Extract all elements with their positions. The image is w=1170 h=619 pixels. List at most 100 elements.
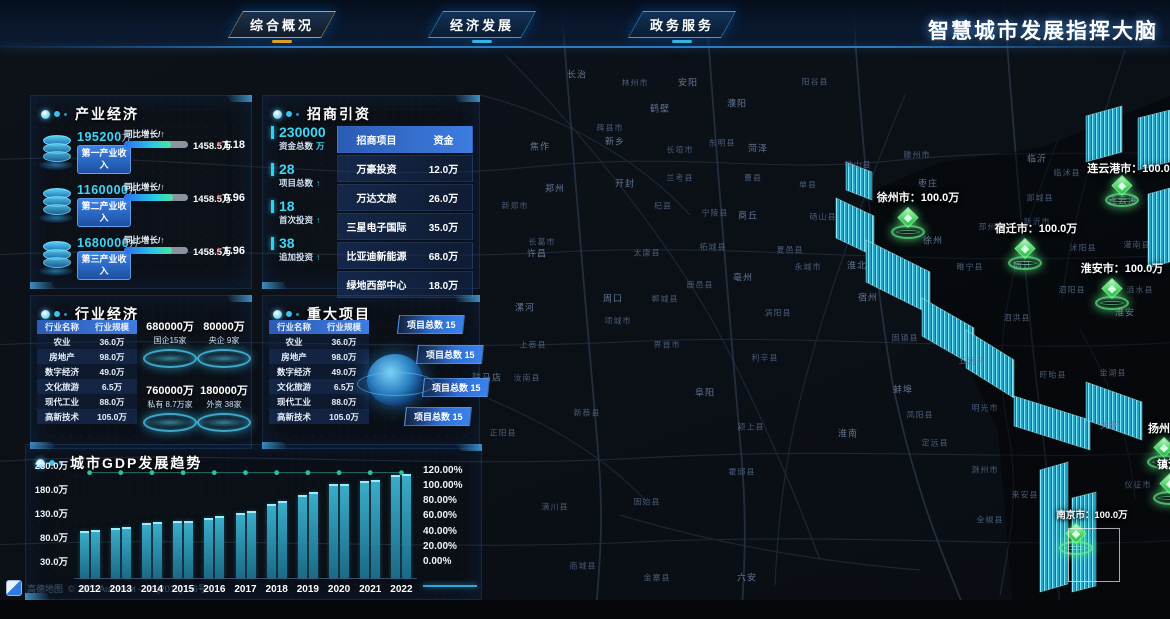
map-label: 泗阳县: [1059, 285, 1086, 296]
table-row: 文化旅游6.5万: [37, 379, 137, 394]
stat-label: 项目总数↑: [279, 177, 335, 189]
ring-platform-icon: [143, 349, 197, 368]
tick-icon: [271, 237, 274, 250]
map-label: 新蔡县: [574, 408, 601, 419]
map-label: 潢川县: [542, 502, 569, 513]
industry-label-chip: 第三产业收入: [77, 251, 131, 280]
map-label: 夏邑县: [777, 245, 804, 256]
table-row: 三星电子国际35.0万: [337, 213, 473, 240]
map-label: 漯河: [515, 301, 535, 314]
industry-row: 1680000万第三产业收入同比增长/↑1458.5万↑1.96: [37, 232, 245, 285]
industry-label-chip: 第二产业收入: [77, 198, 131, 227]
stat-value: 18: [271, 198, 335, 214]
ring-platform-icon: [197, 349, 251, 368]
map-label: 商丘: [738, 209, 758, 222]
table-header-row: 行业名称行业规模: [269, 320, 369, 334]
pin-glow-ring-icon: [1105, 193, 1139, 207]
up-arrow-icon: ↑: [216, 137, 222, 151]
map-label: 徐州: [923, 234, 943, 247]
map-label: 宁陵县: [702, 208, 729, 219]
pin-glow-ring-icon: [1095, 296, 1129, 310]
map-label: 郯城县: [1027, 193, 1054, 204]
map-label: 菏泽: [748, 142, 768, 155]
marker-label: 淮安市：100.0万: [1081, 260, 1164, 276]
growth-label: 同比增长/↑: [124, 181, 165, 193]
map-label: 临沭县: [1054, 168, 1081, 179]
map-label: 颍上县: [738, 422, 765, 433]
panel-title: 招商引资: [273, 104, 371, 124]
map-label: 太康县: [634, 248, 661, 259]
stat-value: 230000: [271, 124, 335, 140]
growth-bar: [124, 141, 188, 148]
map-label: 新乡: [605, 135, 625, 148]
map-label: 长治: [567, 68, 587, 81]
map-label: 沭阳县: [1070, 243, 1097, 254]
map-label: 开封: [615, 177, 635, 190]
growth-bar: [124, 247, 188, 254]
title-dot-icon: [286, 111, 292, 117]
map-label: 全椒县: [977, 515, 1004, 526]
stat-label: 私有 8.7万家: [143, 399, 197, 410]
map-label: 鹿邑县: [687, 280, 714, 291]
map-label: 睢宁县: [957, 262, 984, 273]
marker-label: 扬州市：100.0万: [1148, 420, 1170, 436]
table-row: 现代工业88.0万: [269, 394, 369, 409]
page-title: 智慧城市发展指挥大脑: [928, 15, 1158, 45]
table-row: 绿地西部中心18.0万: [337, 271, 473, 298]
stat-label: 追加投资↑: [279, 251, 335, 263]
map-label: 淮南: [838, 427, 858, 440]
table-row: 万豪投资12.0万: [337, 155, 473, 182]
map-label: 许昌: [527, 247, 547, 260]
investment-stat: 38追加投资↑: [271, 235, 335, 263]
header-divider: [0, 46, 1170, 48]
panel-investment: 招商引资 230000资金总数万28项目总数↑18首次投资↑38追加投资↑ 招商…: [262, 95, 480, 289]
stat-label: 外资 38家: [197, 399, 251, 410]
marker-label: 宿迁市：100.0万: [995, 220, 1078, 236]
map-label: 枣庄: [918, 177, 938, 190]
panel-sector-economy: 行业经济 行业名称行业规模农业36.0万房地产98.0万数字经济49.0万文化旅…: [30, 295, 252, 449]
map-label: 利辛县: [752, 353, 779, 364]
panel-gdp-trend: 城市GDP发展趋势 230.0万180.0万130.0万80.0万30.0万 2…: [25, 444, 482, 600]
tab-经济发展[interactable]: 经济发展: [428, 11, 536, 38]
tab-underline-icon: [472, 40, 492, 43]
map-label: 仪征市: [1125, 480, 1152, 491]
map-label: 灌南县: [1124, 240, 1151, 251]
tab-政务服务[interactable]: 政务服务: [628, 11, 736, 38]
stat-value: 28: [271, 161, 335, 177]
title-dot-icon: [41, 110, 50, 119]
map-label: 滕州市: [904, 150, 931, 161]
map-label: 涟水县: [1127, 285, 1154, 296]
title-dot-icon: [273, 310, 282, 319]
title-dot-icon: [296, 313, 299, 316]
tick-icon: [271, 200, 274, 213]
map-label: 临沂: [1027, 152, 1047, 165]
map-label: 东明县: [709, 138, 736, 149]
coin-stack-icon: [39, 236, 73, 274]
growth-delta: ↑1.18: [216, 137, 245, 151]
table-header-row: 招商项目资金: [337, 126, 473, 153]
project-total-badge: 项目总数 15: [397, 315, 465, 334]
map-label: 蚌埠: [893, 383, 913, 396]
map-label: 永城市: [795, 262, 822, 273]
map-label: 郸城县: [652, 294, 679, 305]
table-row: 数字经济49.0万: [269, 364, 369, 379]
enterprise-stat: 760000万私有 8.7万家: [143, 382, 197, 446]
gdp-bar: [391, 475, 400, 578]
title-dot-icon: [64, 313, 67, 316]
map-label: 兰考县: [667, 173, 694, 184]
pin-glow-ring-icon: [1008, 256, 1042, 270]
map-label: 长葛市: [529, 237, 556, 248]
stat-value: 680000万: [143, 318, 197, 334]
growth-bar-fill: [124, 141, 171, 148]
stat-label: 资金总数万: [279, 140, 335, 152]
tab-综合概况[interactable]: 综合概况: [228, 11, 336, 38]
map-label: 凤阳县: [907, 410, 934, 421]
map-label: 金湖县: [1100, 368, 1127, 379]
tab-label: 经济发展: [429, 12, 535, 37]
map-label: 正阳县: [490, 428, 517, 439]
marker-label: 连云港市：100.0万: [1087, 160, 1170, 176]
stat-value: 80000万: [197, 318, 251, 334]
table-row: 高新技术105.0万: [37, 409, 137, 424]
map-label: 固镇县: [892, 333, 919, 344]
map-label: 微山县: [845, 160, 872, 171]
